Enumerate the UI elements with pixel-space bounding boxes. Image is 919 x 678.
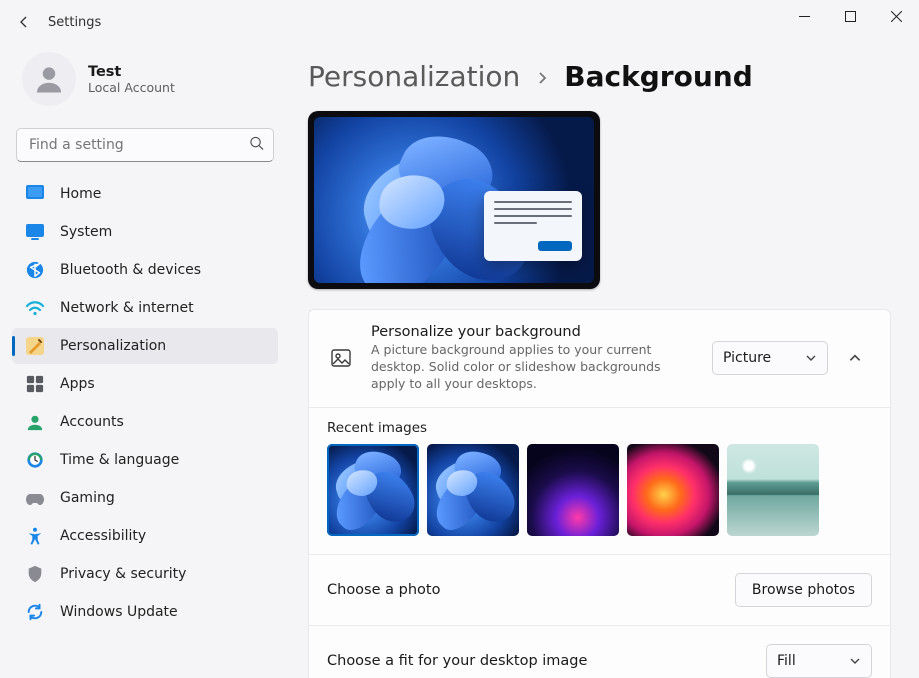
sidebar-item-label: Bluetooth & devices xyxy=(60,262,201,278)
personalization-icon xyxy=(24,335,46,357)
window-controls xyxy=(781,0,919,32)
chevron-right-icon xyxy=(534,60,550,93)
sidebar-item-accounts[interactable]: Accounts xyxy=(12,404,278,440)
apps-icon xyxy=(24,373,46,395)
network-icon xyxy=(24,297,46,319)
close-button[interactable] xyxy=(873,0,919,32)
bluetooth-icon xyxy=(24,259,46,281)
sidebar-item-bluetooth[interactable]: Bluetooth & devices xyxy=(12,252,278,288)
avatar xyxy=(22,52,76,106)
choose-photo-row: Choose a photo Browse photos xyxy=(309,555,890,626)
home-icon xyxy=(24,183,46,205)
main: Personalization Background xyxy=(290,44,919,678)
back-button[interactable] xyxy=(8,6,40,38)
search-icon xyxy=(249,136,264,155)
recent-image-thumb[interactable] xyxy=(627,444,719,536)
sidebar-item-label: Accessibility xyxy=(60,528,146,544)
update-icon xyxy=(24,601,46,623)
background-type-dropdown[interactable]: Picture xyxy=(712,341,828,375)
search-container xyxy=(16,128,274,162)
sidebar-item-network[interactable]: Network & internet xyxy=(12,290,278,326)
recent-image-thumb[interactable] xyxy=(727,444,819,536)
image-icon xyxy=(327,344,355,372)
recent-image-thumb[interactable] xyxy=(427,444,519,536)
account-sub: Local Account xyxy=(88,80,175,95)
preview-window-icon xyxy=(484,191,582,261)
privacy-icon xyxy=(24,563,46,585)
sidebar-item-system[interactable]: System xyxy=(12,214,278,250)
minimize-icon xyxy=(799,11,810,22)
account-name: Test xyxy=(88,64,175,80)
person-icon xyxy=(32,62,66,96)
sidebar-item-privacy[interactable]: Privacy & security xyxy=(12,556,278,592)
time-icon xyxy=(24,449,46,471)
minimize-button[interactable] xyxy=(781,0,827,32)
device-frame xyxy=(308,111,600,289)
account-block[interactable]: Test Local Account xyxy=(12,44,278,124)
sidebar-item-label: Accounts xyxy=(60,414,124,430)
desktop-preview xyxy=(308,111,891,289)
row-title: Choose a fit for your desktop image xyxy=(327,653,750,669)
sidebar-item-label: Time & language xyxy=(60,452,179,468)
chevron-up-icon xyxy=(848,351,862,365)
system-icon xyxy=(24,221,46,243)
maximize-icon xyxy=(845,11,856,22)
breadcrumb: Personalization Background xyxy=(308,60,891,93)
recent-image-thumb[interactable] xyxy=(527,444,619,536)
page-title: Background xyxy=(564,60,752,93)
sidebar-item-label: Privacy & security xyxy=(60,566,186,582)
sidebar-item-label: Gaming xyxy=(60,490,115,506)
chevron-down-icon xyxy=(805,352,817,364)
sidebar-item-label: System xyxy=(60,224,112,240)
choose-fit-row: Choose a fit for your desktop image Fill xyxy=(309,626,890,678)
breadcrumb-parent[interactable]: Personalization xyxy=(308,60,520,93)
browse-photos-button[interactable]: Browse photos xyxy=(735,573,872,607)
nav: Home System Bluetooth & devices Network … xyxy=(12,176,278,630)
sidebar-item-update[interactable]: Windows Update xyxy=(12,594,278,630)
arrow-left-icon xyxy=(16,14,32,30)
sidebar-item-label: Personalization xyxy=(60,338,166,354)
maximize-button[interactable] xyxy=(827,0,873,32)
accessibility-icon xyxy=(24,525,46,547)
chevron-down-icon xyxy=(849,655,861,667)
fit-dropdown[interactable]: Fill xyxy=(766,644,872,678)
expand-button[interactable] xyxy=(838,341,872,375)
sidebar-item-label: Windows Update xyxy=(60,604,178,620)
close-icon xyxy=(891,11,902,22)
settings-panel: Personalize your background A picture ba… xyxy=(308,309,891,678)
sidebar-item-home[interactable]: Home xyxy=(12,176,278,212)
sidebar-item-gaming[interactable]: Gaming xyxy=(12,480,278,516)
sidebar: Test Local Account Home System Bluetooth… xyxy=(0,44,290,678)
recent-images-title: Recent images xyxy=(327,420,872,436)
sidebar-item-label: Apps xyxy=(60,376,95,392)
recent-images-row: Recent images xyxy=(309,408,890,555)
sidebar-item-time[interactable]: Time & language xyxy=(12,442,278,478)
row-title: Personalize your background xyxy=(371,324,696,340)
personalize-background-row: Personalize your background A picture ba… xyxy=(309,310,890,408)
gaming-icon xyxy=(24,487,46,509)
recent-image-thumb[interactable] xyxy=(327,444,419,536)
sidebar-item-personalization[interactable]: Personalization xyxy=(12,328,278,364)
search-input[interactable] xyxy=(16,128,274,162)
app-title: Settings xyxy=(48,15,101,30)
dropdown-value: Picture xyxy=(723,350,771,366)
dropdown-value: Fill xyxy=(777,653,796,669)
row-title: Choose a photo xyxy=(327,582,719,598)
sidebar-item-label: Home xyxy=(60,186,101,202)
accounts-icon xyxy=(24,411,46,433)
sidebar-item-apps[interactable]: Apps xyxy=(12,366,278,402)
sidebar-item-label: Network & internet xyxy=(60,300,194,316)
sidebar-item-accessibility[interactable]: Accessibility xyxy=(12,518,278,554)
screen xyxy=(314,117,594,283)
row-desc: A picture background applies to your cur… xyxy=(371,342,696,393)
